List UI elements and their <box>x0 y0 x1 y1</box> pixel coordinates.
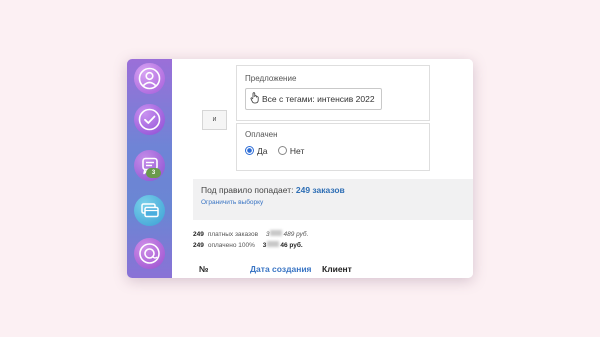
column-client[interactable]: Клиент <box>322 264 352 274</box>
stats-paid-orders: 249 платных заказов 3 489 руб. <box>193 230 308 238</box>
chat-badge: 3 <box>146 168 161 178</box>
stats-paid-amount: 3 489 руб. <box>265 230 309 238</box>
sidebar: 3 <box>127 59 172 278</box>
redacted-digits <box>270 230 283 236</box>
stats-paid-label: платных заказов <box>207 231 259 238</box>
radio-option-no[interactable]: Нет <box>277 146 305 156</box>
stats-fully-paid: 249 оплачено 100% 3 46 руб. <box>193 241 303 249</box>
offer-selector-button[interactable]: Все с тегами: интенсив 2022 <box>245 88 382 110</box>
paid-condition-box: Оплачен Да Нет <box>236 123 430 171</box>
and-operator-button[interactable]: и <box>202 110 227 130</box>
rule-match-prefix: Под правило попадает: <box>201 185 294 195</box>
column-number[interactable]: № <box>199 264 208 274</box>
stats-fully-paid-count: 249 <box>193 242 204 249</box>
cards-icon[interactable] <box>134 195 165 226</box>
radio-no-control[interactable] <box>277 146 287 155</box>
offer-value: Все с тегами: интенсив 2022 <box>262 94 375 104</box>
stats-fully-paid-amount: 3 46 руб. <box>262 241 303 249</box>
redacted-digits <box>267 241 280 247</box>
main-content: и Предложение Все с тегами: интенсив 202… <box>172 59 473 278</box>
pointer-hand-icon <box>250 92 259 104</box>
checkmark-icon[interactable] <box>134 104 165 135</box>
app-window: 3 и Предложение Все с тегами: интенсив 2… <box>127 59 473 278</box>
support-icon[interactable] <box>134 238 165 269</box>
radio-no-label: Нет <box>289 146 305 156</box>
profile-icon[interactable] <box>134 63 165 94</box>
rule-match-count[interactable]: 249 заказов <box>296 185 345 195</box>
radio-option-yes[interactable]: Да <box>245 146 267 156</box>
offer-label: Предложение <box>245 74 297 83</box>
offer-condition-box: Предложение Все с тегами: интенсив 2022 <box>236 65 430 121</box>
stats-fully-paid-label: оплачено 100% <box>207 242 255 249</box>
paid-label: Оплачен <box>245 130 278 139</box>
radio-yes-control[interactable] <box>245 146 254 155</box>
rule-match-summary: Под правило попадает: 249 заказов <box>201 185 345 195</box>
radio-yes-label: Да <box>257 146 268 156</box>
paid-radio-group: Да Нет <box>245 146 312 156</box>
column-created-date[interactable]: Дата создания <box>250 264 312 274</box>
stats-paid-count: 249 <box>193 231 204 238</box>
limit-selection-link[interactable]: Ограничить выборку <box>201 199 263 206</box>
